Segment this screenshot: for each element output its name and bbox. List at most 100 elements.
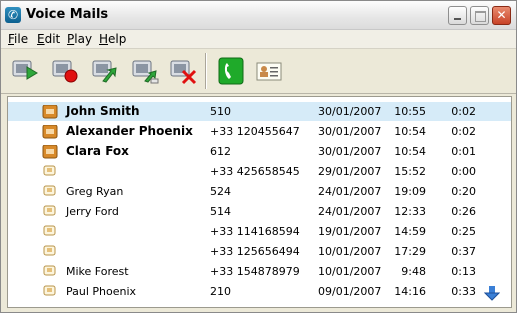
voicemail-number: +33 154878979 — [210, 265, 300, 278]
voicemail-date: 29/01/2007 — [318, 165, 382, 178]
voicemail-name: Greg Ryan — [66, 185, 124, 198]
voicemail-duration: 0:02 — [451, 105, 476, 118]
minimize-button[interactable] — [448, 6, 467, 25]
read-voicemail-icon — [43, 225, 56, 236]
voicemail-date: 09/01/2007 — [318, 285, 382, 298]
close-button[interactable]: ✕ — [492, 6, 511, 25]
voicemail-date: 30/01/2007 — [318, 125, 382, 138]
forward-to-icon — [132, 60, 159, 84]
window-title: Voice Mails — [26, 7, 109, 22]
voicemail-name: Alexander Phoenix — [66, 124, 193, 138]
voicemail-number: 524 — [210, 185, 231, 198]
call-icon — [218, 57, 244, 85]
voicemail-number: 210 — [210, 285, 231, 298]
delete-button[interactable] — [169, 57, 197, 85]
voicemail-duration: 0:37 — [451, 245, 476, 258]
scroll-down-icon[interactable] — [484, 285, 500, 301]
read-voicemail-icon — [43, 285, 56, 296]
record-button[interactable] — [51, 57, 79, 85]
voicemail-duration: 0:00 — [451, 165, 476, 178]
voicemail-duration: 0:13 — [451, 265, 476, 278]
voicemail-time: 15:52 — [394, 165, 426, 178]
contact-card-icon — [256, 62, 282, 81]
voicemail-row[interactable]: Mike Forest +33 154878979 10/01/2007 9:48 0:… — [8, 262, 511, 281]
voicemail-date: 10/01/2007 — [318, 245, 382, 258]
voicemail-row[interactable]: Jerry Ford 514 24/01/2007 12:33 0:26 — [8, 202, 511, 221]
voicemail-duration: 0:02 — [451, 125, 476, 138]
voice-mails-window: ✆ Voice Mails ✕ File Edit Play Help Paul… — [0, 0, 517, 313]
menu-play[interactable]: Play — [67, 32, 92, 46]
voicemail-time: 14:16 — [394, 285, 426, 298]
voicemail-duration: 0:25 — [451, 225, 476, 238]
forward-icon — [92, 60, 117, 83]
voicemail-number: 612 — [210, 145, 231, 158]
close-icon: ✕ — [496, 8, 507, 22]
voicemail-date: 30/01/2007 — [318, 145, 382, 158]
voicemail-row[interactable]: +33 425658545 29/01/2007 15:52 0:00 — [8, 162, 511, 181]
voicemail-time: 14:59 — [394, 225, 426, 238]
voicemail-row[interactable]: +33 114168594 19/01/2007 14:59 0:25 — [8, 222, 511, 241]
voicemail-row[interactable]: Clara Fox 612 30/01/2007 10:54 0:01 — [8, 142, 511, 161]
record-icon — [52, 60, 78, 83]
voicemail-date: 10/01/2007 — [318, 265, 382, 278]
maximize-button[interactable] — [470, 6, 489, 25]
voicemail-duration: 0:26 — [451, 205, 476, 218]
forward-to-button[interactable] — [131, 57, 159, 85]
forward-button[interactable] — [91, 57, 119, 85]
unread-voicemail-icon — [42, 145, 58, 159]
voicemail-row[interactable]: Paul Phoenix 210 09/01/2007 14:16 0:33 — [8, 282, 511, 301]
toolbar — [1, 49, 516, 94]
voicemail-row[interactable]: Alexander Phoenix +33 120455647 30/01/2007… — [8, 122, 511, 141]
voicemail-date: 24/01/2007 — [318, 185, 382, 198]
menu-file[interactable]: File — [8, 32, 28, 46]
voicemail-list[interactable]: Paul Phoenix 210 09/01/2007 14:16 0:33 Mike F… — [7, 96, 512, 308]
voicemail-duration: 0:20 — [451, 185, 476, 198]
voicemail-number: +33 114168594 — [210, 225, 300, 238]
contact-card-button[interactable] — [255, 57, 283, 85]
play-button[interactable] — [11, 57, 39, 85]
toolbar-separator — [205, 53, 206, 89]
voicemail-date: 19/01/2007 — [318, 225, 382, 238]
voicemail-number: 510 — [210, 105, 231, 118]
voicemail-time: 9:48 — [401, 265, 426, 278]
voicemail-number: +33 425658545 — [210, 165, 300, 178]
voicemail-number: +33 125656494 — [210, 245, 300, 258]
voicemail-row[interactable]: Greg Ryan 524 24/01/2007 19:09 0:20 — [8, 182, 511, 201]
voicemail-date: 24/01/2007 — [318, 205, 382, 218]
voicemail-time: 17:29 — [394, 245, 426, 258]
voicemail-name: Mike Forest — [66, 265, 129, 278]
title-bar[interactable]: ✆ Voice Mails ✕ — [1, 1, 516, 30]
voicemail-row[interactable]: John Smith 510 30/01/2007 10:55 0:02 — [8, 102, 511, 121]
voicemail-name: Paul Phoenix — [66, 285, 137, 298]
voicemail-time: 12:33 — [394, 205, 426, 218]
call-button[interactable] — [217, 57, 245, 85]
unread-voicemail-icon — [42, 105, 58, 119]
app-icon: ✆ — [5, 7, 21, 23]
unread-voicemail-icon — [42, 125, 58, 139]
voicemail-time: 10:54 — [394, 125, 426, 138]
delete-icon — [170, 60, 197, 85]
read-voicemail-icon — [43, 165, 56, 176]
voicemail-time: 10:55 — [394, 105, 426, 118]
read-voicemail-icon — [43, 205, 56, 216]
voicemail-name: Jerry Ford — [66, 205, 119, 218]
voicemail-number: 514 — [210, 205, 231, 218]
voicemail-number: +33 120455647 — [210, 125, 300, 138]
voicemail-duration: 0:33 — [451, 285, 476, 298]
voicemail-time: 19:09 — [394, 185, 426, 198]
read-voicemail-icon — [43, 245, 56, 256]
play-icon — [12, 60, 38, 80]
minimize-icon — [454, 18, 461, 20]
read-voicemail-icon — [43, 265, 56, 276]
menu-bar: File Edit Play Help — [1, 30, 516, 49]
menu-help[interactable]: Help — [99, 32, 126, 46]
voicemail-duration: 0:01 — [451, 145, 476, 158]
voicemail-row[interactable]: +33 125656494 10/01/2007 17:29 0:37 — [8, 242, 511, 261]
voicemail-date: 30/01/2007 — [318, 105, 382, 118]
voicemail-name: John Smith — [66, 104, 140, 118]
menu-edit[interactable]: Edit — [37, 32, 60, 46]
read-voicemail-icon — [43, 185, 56, 196]
voicemail-name: Clara Fox — [66, 144, 129, 158]
maximize-icon — [475, 11, 486, 22]
voicemail-time: 10:54 — [394, 145, 426, 158]
